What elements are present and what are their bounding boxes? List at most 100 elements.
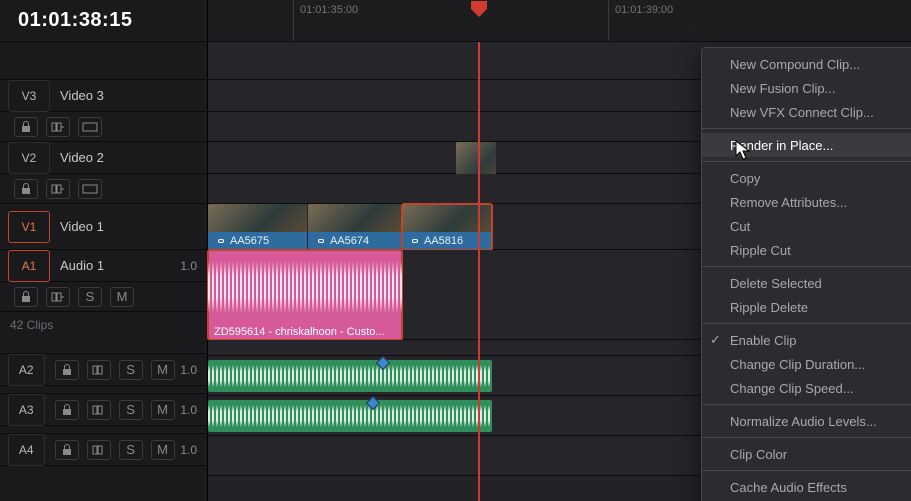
auto-select-icon[interactable] <box>87 360 111 380</box>
track-controls-v2 <box>0 174 207 204</box>
solo-toggle[interactable]: S <box>78 287 102 307</box>
menu-remove-attributes[interactable]: Remove Attributes... <box>702 190 911 214</box>
clip-label: AA5816 <box>424 235 463 247</box>
mute-toggle[interactable]: M <box>151 400 175 420</box>
lock-icon[interactable] <box>55 360 79 380</box>
track-level-a1[interactable]: 1.0 <box>171 259 207 273</box>
auto-select-icon[interactable] <box>87 440 111 460</box>
link-icon <box>214 235 226 247</box>
track-name-v3[interactable]: Video 3 <box>50 88 207 103</box>
video-clip[interactable]: AA5816 <box>402 204 492 250</box>
waveform <box>208 400 492 432</box>
link-icon <box>408 235 420 247</box>
waveform <box>208 360 492 392</box>
menu-separator <box>702 128 911 129</box>
track-header-panel: 01:01:38:15 V3 Video 3 V2 Video 2 <box>0 0 208 501</box>
solo-toggle[interactable]: S <box>119 400 143 420</box>
menu-separator <box>702 404 911 405</box>
clip-thumbnail <box>308 204 401 232</box>
lock-icon[interactable] <box>14 179 38 199</box>
menu-separator <box>702 437 911 438</box>
track-id-v2[interactable]: V2 <box>8 142 50 174</box>
menu-ripple-cut[interactable]: Ripple Cut⇧⌘X <box>702 238 911 262</box>
track-name-v1[interactable]: Video 1 <box>50 219 207 234</box>
track-id-a1[interactable]: A1 <box>8 250 50 282</box>
video-clip[interactable]: AA5674 <box>308 204 401 250</box>
track-id-v3[interactable]: V3 <box>8 80 50 112</box>
track-id-a4[interactable]: A4 <box>8 434 45 466</box>
track-header-a2: A2 S M 1.0 <box>0 354 207 386</box>
lock-icon[interactable] <box>55 400 79 420</box>
menu-new-fusion-clip[interactable]: New Fusion Clip... <box>702 76 911 100</box>
track-id-a3[interactable]: A3 <box>8 394 45 426</box>
track-header-v1: V1 Video 1 <box>0 204 207 250</box>
ruler-tick: 01:01:35:00 <box>293 0 352 41</box>
timecode-display[interactable]: 01:01:38:15 <box>0 0 207 42</box>
menu-cache-audio-effects[interactable]: Cache Audio Effects <box>702 475 911 499</box>
clip-thumbnail <box>208 204 307 232</box>
clip-label: AA5675 <box>230 235 269 247</box>
waveform <box>208 250 402 324</box>
track-name-a1[interactable]: Audio 1 <box>50 258 171 273</box>
clip-label: AA5674 <box>330 235 369 247</box>
mute-toggle[interactable]: M <box>151 360 175 380</box>
audio-clip[interactable] <box>208 360 492 392</box>
timeline-editor: 01:01:38:15 V3 Video 3 V2 Video 2 <box>0 0 911 501</box>
menu-delete-selected[interactable]: Delete Selected⌫ <box>702 271 911 295</box>
track-header-v2: V2 Video 2 <box>0 142 207 174</box>
track-level-a4[interactable]: 1.0 <box>175 443 207 457</box>
audio-clip[interactable] <box>208 400 492 432</box>
clip-label: ZD595614 - chriskalhoon - Custo... <box>208 324 402 340</box>
solo-toggle[interactable]: S <box>119 360 143 380</box>
timeline-area[interactable]: 01:01:35:00 01:01:39:00 01:01:43:00 AA58… <box>208 0 911 501</box>
lock-icon[interactable] <box>14 287 38 307</box>
track-level-a3[interactable]: 1.0 <box>175 403 207 417</box>
track-header-a4: A4 S M 1.0 <box>0 434 207 466</box>
thumbnail-view-icon[interactable] <box>78 179 102 199</box>
menu-render-in-place[interactable]: Render in Place... <box>702 133 911 157</box>
track-level-a2[interactable]: 1.0 <box>175 363 207 377</box>
auto-select-icon[interactable] <box>46 117 70 137</box>
link-icon <box>314 235 326 247</box>
ruler-tick: 01:01:39:00 <box>608 0 667 41</box>
menu-separator <box>702 161 911 162</box>
menu-new-compound-clip[interactable]: New Compound Clip... <box>702 52 911 76</box>
context-menu: New Compound Clip... New Fusion Clip... … <box>701 47 911 501</box>
track-header-v3: V3 Video 3 <box>0 80 207 112</box>
solo-toggle[interactable]: S <box>119 440 143 460</box>
lock-icon[interactable] <box>14 117 38 137</box>
mute-toggle[interactable]: M <box>151 440 175 460</box>
thumbnail-view-icon[interactable] <box>78 117 102 137</box>
track-header-a3: A3 S M 1.0 <box>0 394 207 426</box>
auto-select-icon[interactable] <box>46 287 70 307</box>
track-controls-v3 <box>0 112 207 142</box>
playhead-marker[interactable] <box>470 0 488 18</box>
menu-separator <box>702 266 911 267</box>
menu-new-vfx-connect-clip[interactable]: New VFX Connect Clip... <box>702 100 911 124</box>
menu-separator <box>702 470 911 471</box>
video-clip[interactable]: AA5675 <box>208 204 307 250</box>
menu-copy[interactable]: Copy⌘C <box>702 166 911 190</box>
time-ruler[interactable]: 01:01:35:00 01:01:39:00 01:01:43:00 <box>208 0 911 42</box>
menu-change-clip-duration[interactable]: Change Clip Duration... <box>702 352 911 376</box>
check-icon: ✓ <box>710 332 721 348</box>
track-controls-a1: S M <box>0 282 207 312</box>
track-id-v1[interactable]: V1 <box>8 211 50 243</box>
menu-cut[interactable]: Cut⌘X <box>702 214 911 238</box>
clip-count: 42 Clips <box>0 312 207 338</box>
track-name-v2[interactable]: Video 2 <box>50 150 207 165</box>
lock-icon[interactable] <box>55 440 79 460</box>
mute-toggle[interactable]: M <box>110 287 134 307</box>
clip-thumbnail <box>402 204 492 232</box>
auto-select-icon[interactable] <box>87 400 111 420</box>
menu-change-clip-speed[interactable]: Change Clip Speed... <box>702 376 911 400</box>
menu-separator <box>702 323 911 324</box>
menu-clip-color[interactable]: Clip Color› <box>702 442 911 466</box>
audio-clip[interactable]: ZD595614 - chriskalhoon - Custo... <box>208 250 402 340</box>
menu-ripple-delete[interactable]: Ripple Delete⌦ <box>702 295 911 319</box>
track-header-a1: A1 Audio 1 1.0 <box>0 250 207 282</box>
menu-enable-clip[interactable]: ✓ Enable ClipD <box>702 328 911 352</box>
auto-select-icon[interactable] <box>46 179 70 199</box>
track-id-a2[interactable]: A2 <box>8 354 45 386</box>
menu-normalize-audio[interactable]: Normalize Audio Levels...⇧N <box>702 409 911 433</box>
